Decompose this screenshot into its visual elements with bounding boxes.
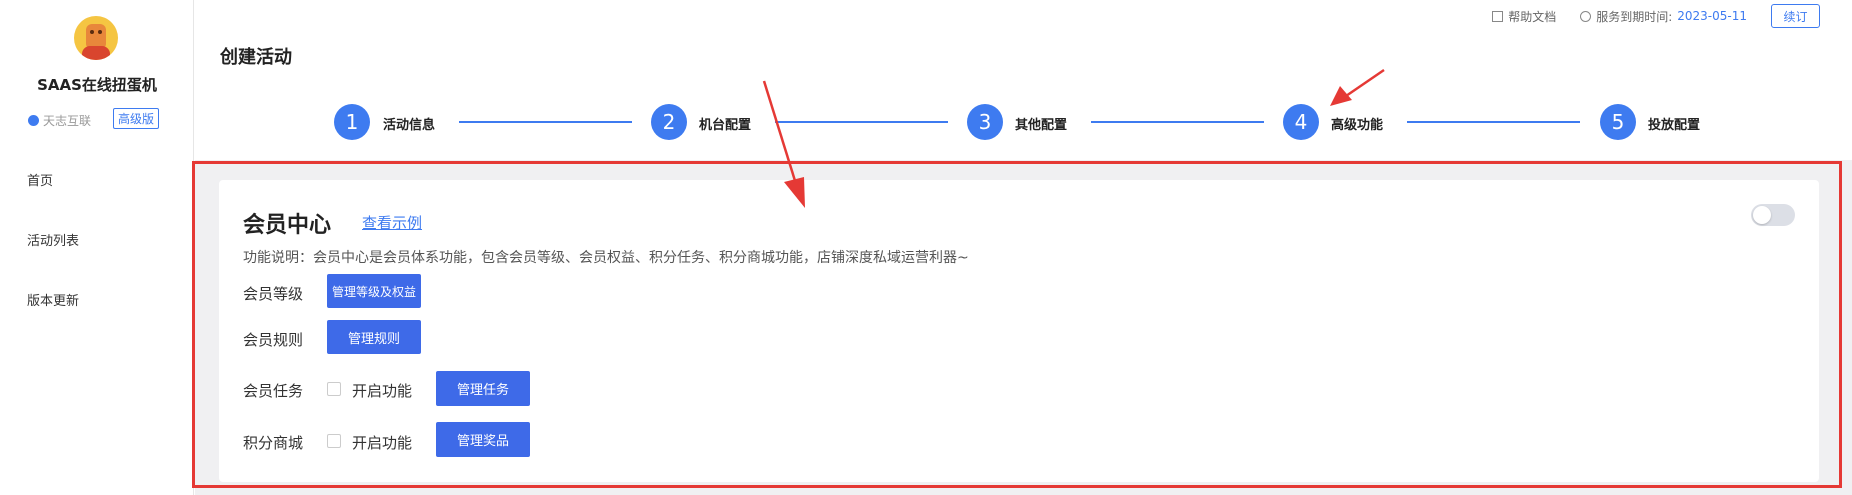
company-name: 天志互联 — [28, 112, 91, 129]
step-2-circle[interactable]: 2 — [651, 104, 687, 140]
step-4-label[interactable]: 高级功能 — [1331, 114, 1383, 133]
step-1-label[interactable]: 活动信息 — [383, 114, 435, 133]
step-3-circle[interactable]: 3 — [967, 104, 1003, 140]
step-4-circle[interactable]: 4 — [1283, 104, 1319, 140]
step-connector — [1091, 121, 1264, 123]
nav-item-activity-list[interactable]: 活动列表 — [27, 230, 79, 249]
annotation-highlight-box — [192, 161, 1842, 488]
step-2-label[interactable]: 机台配置 — [699, 114, 751, 133]
page-title: 创建活动 — [220, 47, 292, 68]
header-area: 帮助文档 服务到期时间: 2023-05-11 续订 创建活动 — [195, 0, 1852, 160]
clock-icon — [1580, 10, 1592, 22]
document-icon — [1492, 10, 1504, 22]
step-5-label[interactable]: 投放配置 — [1648, 114, 1700, 133]
help-doc-link[interactable]: 帮助文档 — [1492, 8, 1556, 25]
topbar: 帮助文档 服务到期时间: 2023-05-11 续订 — [1492, 4, 1852, 28]
sidebar: SAAS在线扭蛋机 天志互联 高级版 首页 活动列表 版本更新 — [0, 0, 194, 495]
service-expiry: 服务到期时间: 2023-05-11 — [1580, 8, 1747, 25]
step-connector — [1407, 121, 1580, 123]
company-logo-icon — [28, 115, 39, 126]
brand-name: SAAS在线扭蛋机 — [37, 76, 157, 94]
version-badge: 高级版 — [113, 108, 160, 129]
nav-item-home[interactable]: 首页 — [27, 170, 53, 189]
avatar — [74, 16, 118, 60]
step-5-circle[interactable]: 5 — [1600, 104, 1636, 140]
step-1-circle[interactable]: 1 — [334, 104, 370, 140]
step-connector — [459, 121, 632, 123]
step-connector — [775, 121, 948, 123]
step-3-label[interactable]: 其他配置 — [1015, 114, 1067, 133]
renew-button[interactable]: 续订 — [1771, 4, 1820, 28]
nav-item-version-update[interactable]: 版本更新 — [27, 290, 79, 309]
